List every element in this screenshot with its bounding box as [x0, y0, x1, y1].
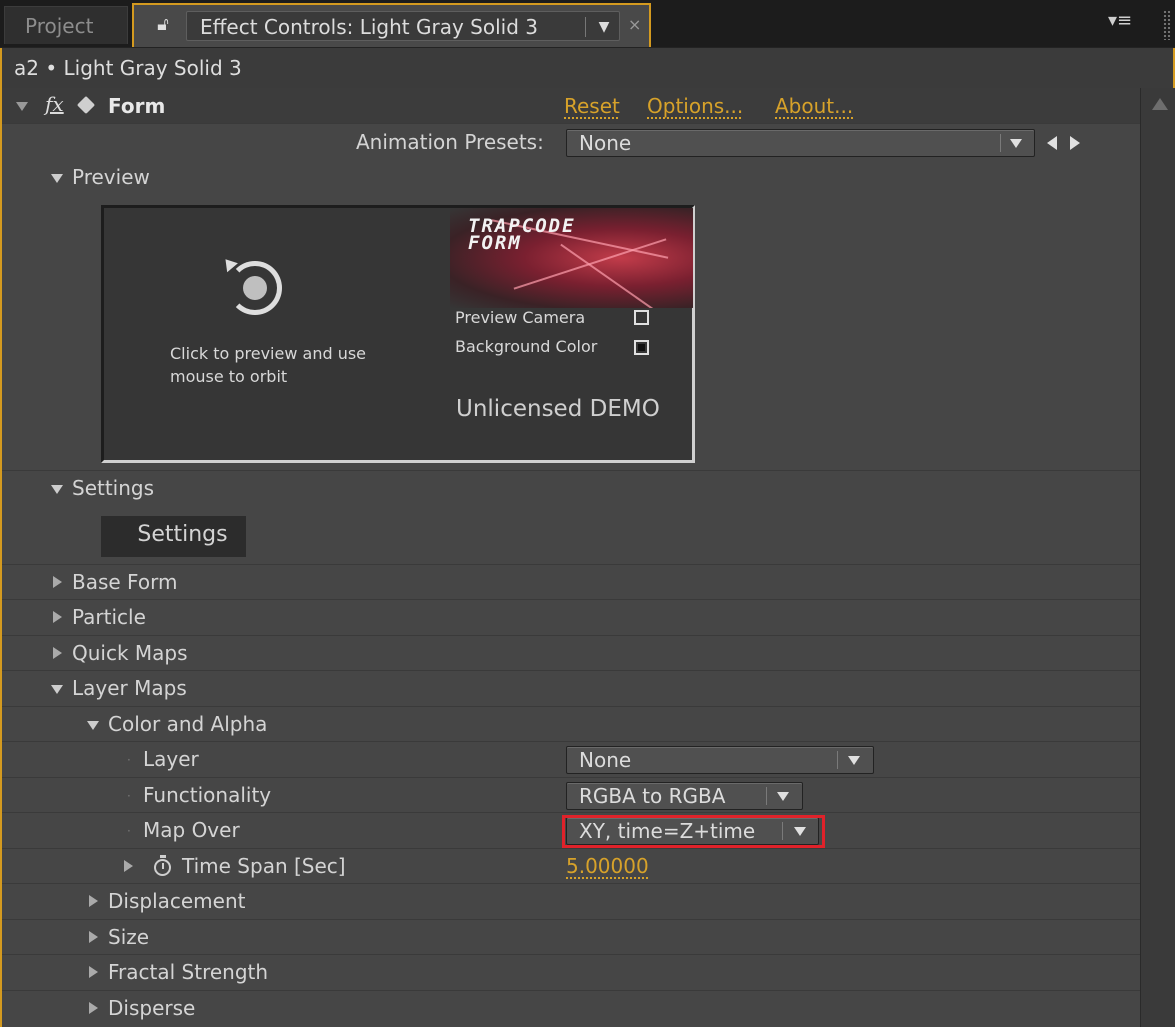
group-disperse[interactable]: Disperse — [2, 991, 1140, 1027]
previous-preset-icon[interactable] — [1047, 136, 1057, 150]
layer-breadcrumb-bar: a2 • Light Gray Solid 3 — [0, 48, 1175, 88]
settings-button[interactable]: Settings — [101, 516, 246, 557]
panel-tab-bar: Project 🔓︎ Effect Controls: Light Gray S… — [0, 0, 1175, 47]
map-over-highlight — [562, 815, 825, 848]
effect-controls-panel: fx Form Reset Options... About... Animat… — [0, 88, 1175, 1027]
group-base-form[interactable]: Base Form — [2, 565, 1140, 600]
group-label: Displacement — [108, 889, 246, 913]
twirl-right-icon[interactable] — [89, 931, 98, 943]
twirl-right-icon[interactable] — [89, 1002, 98, 1014]
chevron-down-icon[interactable]: ▼ — [592, 12, 616, 42]
indent-dot: · — [127, 789, 131, 803]
group-particle[interactable]: Particle — [2, 600, 1140, 636]
scroll-up-icon[interactable] — [1152, 98, 1168, 110]
group-label: Disperse — [108, 996, 196, 1020]
functionality-dropdown[interactable]: RGBA to RGBA — [566, 782, 803, 810]
chevron-down-icon — [848, 756, 860, 765]
group-label: Quick Maps — [72, 641, 188, 665]
drag-grip-icon[interactable] — [1163, 10, 1171, 40]
animation-presets-label: Animation Presets: — [356, 130, 544, 154]
group-label: Size — [108, 925, 150, 949]
settings-section-label: Settings — [72, 476, 155, 500]
property-label: Layer — [143, 747, 199, 771]
tab-effect-controls-label: Effect Controls: Light Gray Solid 3 — [200, 15, 538, 39]
property-functionality: · Functionality RGBA to RGBA — [2, 778, 1140, 813]
twirl-right-icon[interactable] — [124, 860, 133, 872]
property-layer: · Layer None — [2, 742, 1140, 778]
orbit-icon — [228, 261, 282, 315]
layer-dropdown[interactable]: None — [566, 746, 874, 774]
group-label: Base Form — [72, 570, 178, 594]
indent-dot: · — [127, 753, 131, 767]
twirl-right-icon[interactable] — [53, 611, 62, 623]
animation-presets-row: Animation Presets: None — [2, 124, 1140, 160]
close-icon[interactable]: × — [628, 15, 641, 34]
effect-name: Form — [108, 94, 166, 118]
twirl-down-icon[interactable] — [51, 685, 63, 694]
twirl-right-icon[interactable] — [89, 966, 98, 978]
group-quick-maps[interactable]: Quick Maps — [2, 636, 1140, 671]
background-color-swatch[interactable] — [634, 340, 649, 355]
twirl-right-icon[interactable] — [53, 576, 62, 588]
trapcode-form-logo: TRAPCODE FORM — [450, 208, 693, 308]
layer-dropdown-value: None — [579, 748, 632, 772]
group-size[interactable]: Size — [2, 920, 1140, 955]
time-span-value[interactable]: 5.00000 — [566, 849, 649, 884]
unlicensed-demo-label: Unlicensed DEMO — [456, 396, 660, 422]
property-label: Functionality — [143, 783, 272, 807]
twirl-right-icon[interactable] — [89, 895, 98, 907]
group-label: Color and Alpha — [108, 712, 268, 736]
chevron-down-icon — [777, 792, 789, 801]
vertical-scrollbar[interactable] — [1140, 88, 1175, 1027]
twirl-down-icon[interactable] — [51, 174, 63, 183]
tab-project-label: Project — [25, 14, 94, 38]
group-label: Fractal Strength — [108, 960, 269, 984]
about-link[interactable]: About... — [775, 88, 853, 124]
preview-hint: Click to preview and use mouse to orbit — [170, 344, 367, 386]
tab-project[interactable]: Project — [4, 6, 128, 44]
twirl-down-icon[interactable] — [51, 485, 63, 494]
functionality-dropdown-value: RGBA to RGBA — [579, 784, 726, 808]
options-link[interactable]: Options... — [647, 88, 743, 124]
stopwatch-icon[interactable] — [154, 855, 171, 876]
layer-breadcrumb: a2 • Light Gray Solid 3 — [14, 56, 242, 80]
chevron-down-icon — [1010, 139, 1022, 148]
group-displacement[interactable]: Displacement — [2, 884, 1140, 920]
lock-icon[interactable]: 🔓︎ — [152, 14, 174, 36]
indent-dot: · — [127, 824, 131, 838]
group-color-and-alpha[interactable]: Color and Alpha — [2, 707, 1140, 742]
tab-effect-controls[interactable]: 🔓︎ Effect Controls: Light Gray Solid 3 ▼… — [132, 3, 651, 47]
animation-presets-dropdown[interactable]: None — [566, 129, 1035, 157]
property-label: Time Span [Sec] — [182, 854, 346, 878]
dropdown-separator — [837, 751, 838, 769]
background-color-label: Background Color — [455, 337, 598, 356]
animation-presets-value: None — [579, 131, 632, 155]
effect-header-form: fx Form Reset Options... About... — [2, 88, 1140, 124]
logo-text: TRAPCODE FORM — [468, 217, 576, 254]
next-preset-icon[interactable] — [1070, 136, 1080, 150]
effect-controls-layer-selector[interactable]: Effect Controls: Light Gray Solid 3 ▼ — [186, 11, 620, 41]
preview-viewport[interactable]: Click to preview and use mouse to orbit … — [101, 205, 695, 463]
panel-menu-icon[interactable]: ▾≡ — [1108, 10, 1132, 31]
plugin-cube-icon — [76, 95, 96, 115]
group-label: Layer Maps — [72, 676, 187, 700]
dropdown-separator — [585, 17, 586, 37]
reset-link[interactable]: Reset — [564, 88, 620, 124]
group-fractal-strength[interactable]: Fractal Strength — [2, 955, 1140, 991]
preview-camera-label: Preview Camera — [455, 308, 586, 327]
dropdown-separator — [766, 787, 767, 805]
preview-camera-checkbox[interactable] — [634, 310, 649, 325]
property-label: Map Over — [143, 818, 240, 842]
dropdown-separator — [1000, 134, 1001, 152]
twirl-right-icon[interactable] — [53, 647, 62, 659]
group-layer-maps[interactable]: Layer Maps — [2, 671, 1140, 707]
logo-text-line2: FORM — [468, 232, 522, 254]
twirl-down-icon[interactable] — [16, 102, 28, 111]
group-label: Particle — [72, 605, 146, 629]
preview-section-label: Preview — [72, 165, 150, 189]
property-time-span: Time Span [Sec] 5.00000 — [2, 849, 1140, 884]
fx-toggle-icon[interactable]: fx — [45, 92, 64, 116]
twirl-down-icon[interactable] — [87, 721, 99, 730]
